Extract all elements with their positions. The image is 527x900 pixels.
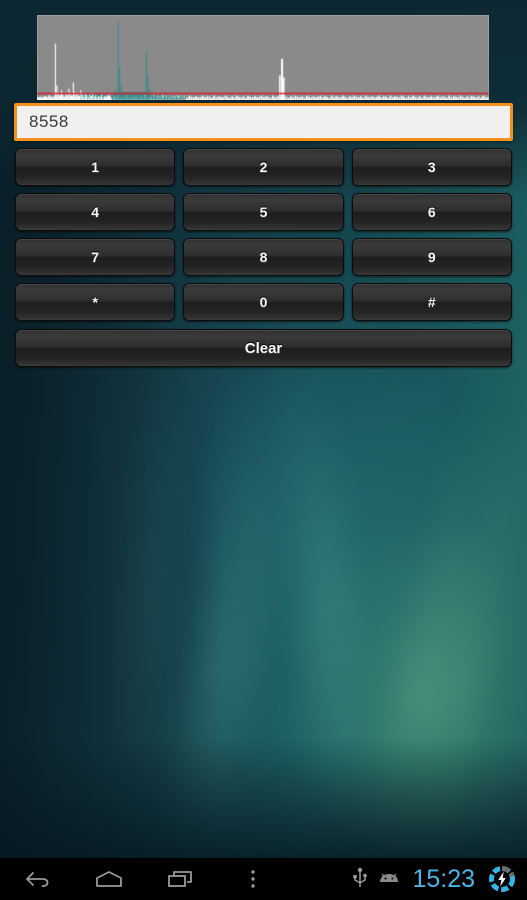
home-button[interactable] <box>90 864 128 894</box>
key-8[interactable]: 8 <box>183 238 344 276</box>
status-icons: 15:23 <box>352 864 517 894</box>
keypad-row: * 0 # <box>15 283 512 321</box>
key-label: 1 <box>91 159 100 175</box>
menu-button[interactable] <box>234 864 272 894</box>
key-1[interactable]: 1 <box>15 148 176 186</box>
spectrum-canvas <box>37 15 489 100</box>
key-4[interactable]: 4 <box>15 193 176 231</box>
key-6[interactable]: 6 <box>351 193 512 231</box>
key-3[interactable]: 3 <box>351 148 512 186</box>
battery-status <box>487 864 517 894</box>
key-2[interactable]: 2 <box>183 148 344 186</box>
back-arrow-icon <box>26 872 49 887</box>
status-clock: 15:23 <box>412 864 475 893</box>
clear-button-label: Clear <box>244 339 283 357</box>
number-input-value: 8558 <box>29 112 69 131</box>
key-label: 9 <box>427 249 436 265</box>
key-7[interactable]: 7 <box>15 238 176 276</box>
key-5[interactable]: 5 <box>183 193 344 231</box>
key-9[interactable]: 9 <box>351 238 512 276</box>
key-star[interactable]: * <box>15 283 176 321</box>
device-screen: 8558 1 2 3 4 5 6 7 8 9 * 0 # Clear 15:23 <box>0 0 527 900</box>
usb-icon <box>353 867 368 887</box>
key-label: 3 <box>427 159 436 175</box>
android-debug-status <box>378 871 400 887</box>
back-button[interactable] <box>18 864 56 894</box>
key-label: 4 <box>91 204 100 220</box>
key-label: 6 <box>427 204 436 220</box>
number-input[interactable]: 8558 <box>14 103 513 141</box>
recent-apps-icon <box>168 871 192 887</box>
keypad: 1 2 3 4 5 6 7 8 9 * 0 # Clear <box>15 148 512 374</box>
key-label: # <box>427 294 436 310</box>
android-robot-icon <box>380 873 399 882</box>
navigation-bar: 15:23 <box>0 858 527 900</box>
recents-button[interactable] <box>162 864 200 894</box>
keypad-row: 4 5 6 <box>15 193 512 231</box>
keypad-row: Clear <box>15 328 512 367</box>
keypad-row: 1 2 3 <box>15 148 512 186</box>
overflow-menu-icon <box>251 870 255 888</box>
key-label: 2 <box>259 159 268 175</box>
key-label: 0 <box>259 294 268 310</box>
battery-charging-icon <box>489 866 515 892</box>
spectrum-analyzer <box>37 15 489 100</box>
key-label: 8 <box>259 249 268 265</box>
key-label: 7 <box>91 249 100 265</box>
key-label: 5 <box>259 204 268 220</box>
key-label: * <box>92 294 98 310</box>
usb-status <box>352 867 368 891</box>
home-icon <box>96 871 122 887</box>
clear-button[interactable]: Clear <box>15 329 512 367</box>
key-0[interactable]: 0 <box>183 283 344 321</box>
navigation-buttons <box>18 864 272 894</box>
keypad-row: 7 8 9 <box>15 238 512 276</box>
key-hash[interactable]: # <box>351 283 512 321</box>
app-content: 8558 1 2 3 4 5 6 7 8 9 * 0 # Clear <box>0 0 527 858</box>
